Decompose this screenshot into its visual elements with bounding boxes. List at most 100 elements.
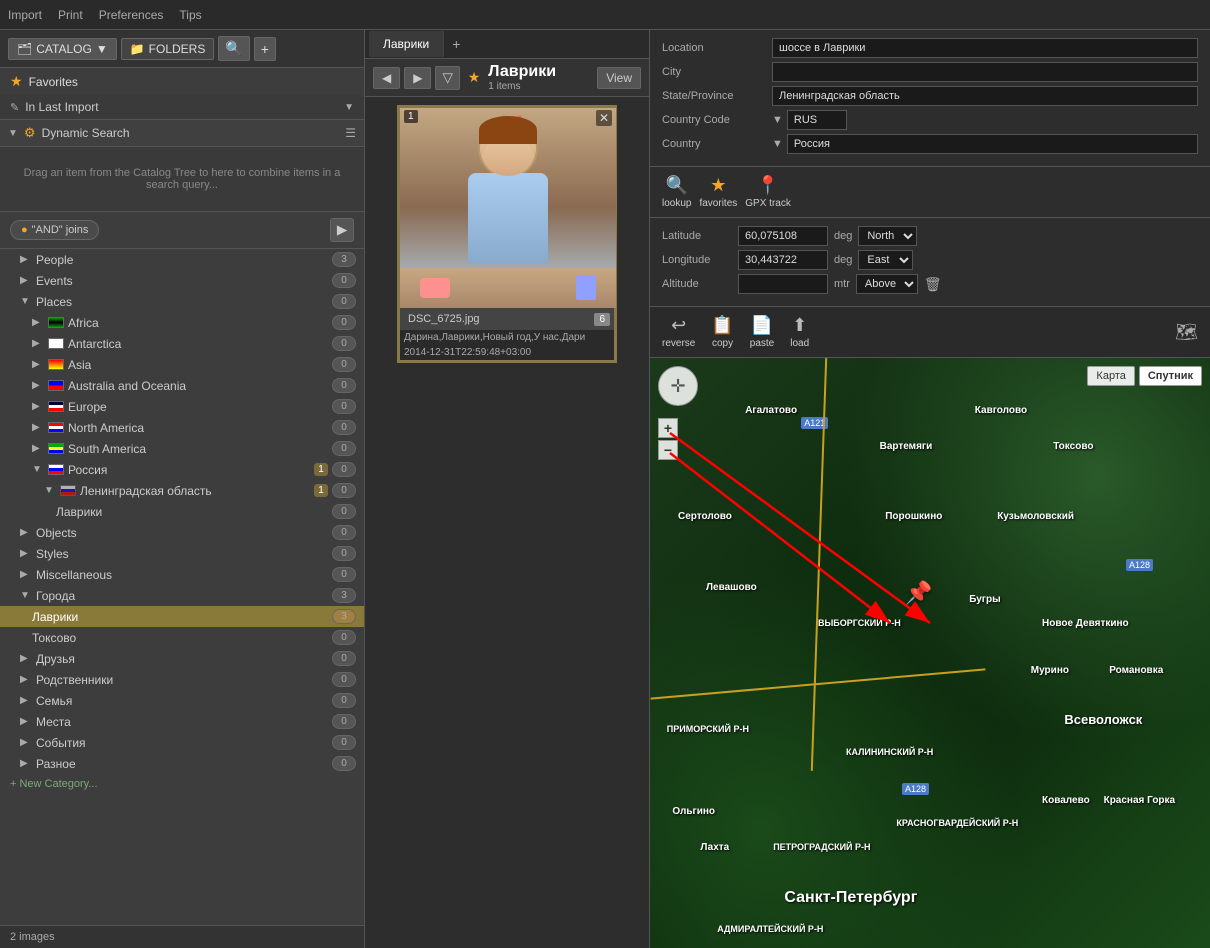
tree-item-rodstvenniki[interactable]: ▶ Родственники 0 [0,669,364,690]
favorites-row[interactable]: ★ Favorites [0,68,364,95]
south-america-count[interactable]: 0 [332,441,356,456]
copy-button[interactable]: 📋 copy [711,315,733,349]
druzya-count[interactable]: 0 [332,651,356,666]
play-button[interactable]: ▶ [330,218,354,242]
events-count[interactable]: 0 [332,273,356,288]
rodstvenniki-count[interactable]: 0 [332,672,356,687]
misc-count[interactable]: 0 [332,567,356,582]
search-button[interactable]: 🔍 [218,36,249,61]
latitude-input[interactable] [738,226,828,246]
ds-collapse-icon[interactable]: ▼ [8,128,18,139]
map-pan-button[interactable]: ✛ [658,366,698,406]
asia-count[interactable]: 0 [332,357,356,372]
favorites-gps-button[interactable]: ★ favorites [699,175,737,209]
folders-button[interactable]: 📁 FOLDERS [121,38,215,60]
russia-count-toggle[interactable]: 0 [332,462,356,477]
tree-item-south-america[interactable]: ▶ South America 0 [0,438,364,459]
altitude-ref-select[interactable]: Above Below [856,274,918,294]
people-count[interactable]: 3 [332,252,356,267]
lookup-button[interactable]: 🔍 lookup [662,175,691,209]
location-input[interactable] [772,38,1198,58]
tree-item-russia[interactable]: ▼ Россия 1 0 [0,459,364,480]
paste-button[interactable]: 📄 paste [750,315,774,349]
tab-add-button[interactable]: + [444,30,468,58]
altitude-clear-icon[interactable]: 🗑 [924,276,942,293]
map-karta-button[interactable]: Карта [1087,366,1134,386]
australia-count[interactable]: 0 [332,378,356,393]
antarctica-count[interactable]: 0 [332,336,356,351]
load-button[interactable]: ⬆ load [790,315,809,349]
altitude-input[interactable] [738,274,828,294]
country-dropdown-icon[interactable]: ▼ [772,138,783,150]
map-zoom-in-button[interactable]: + [658,418,678,438]
map-sputnik-button[interactable]: Спутник [1139,366,1202,386]
country-input[interactable] [787,134,1198,154]
new-category-button[interactable]: + New Category... [0,774,364,794]
nav-forward-button[interactable]: ▶ [404,67,431,89]
map-icon-button[interactable]: 🗺 [1175,322,1198,343]
photo-thumbnail[interactable]: 🎀 DSC_6725.jpg 6 Дарина [397,105,617,363]
toksovo-count[interactable]: 0 [332,630,356,645]
star-rating-icon[interactable]: ★ [464,66,485,89]
country-code-input[interactable] [787,110,847,130]
tree-item-styles[interactable]: ▶ Styles 0 [0,543,364,564]
raznoe-count[interactable]: 0 [332,756,356,771]
tab-lavriki[interactable]: Лаврики [369,31,444,57]
reverse-button[interactable]: ↩ reverse [662,315,695,349]
last-import-row[interactable]: ✎ In Last Import ▼ [0,95,364,119]
tree-item-mesta[interactable]: ▶ Места 0 [0,711,364,732]
tips-menu[interactable]: Tips [179,8,201,22]
longitude-dir-select[interactable]: East West [858,250,913,270]
country-code-dropdown-icon[interactable]: ▼ [772,114,783,126]
mesta-count[interactable]: 0 [332,714,356,729]
filter-button[interactable]: ▽ [435,66,459,90]
tree-item-druzya[interactable]: ▶ Друзья 0 [0,648,364,669]
longitude-input[interactable] [738,250,828,270]
europe-count[interactable]: 0 [332,399,356,414]
tree-item-lavriki-region[interactable]: Лаврики 0 [0,501,364,522]
view-button[interactable]: View [597,67,641,89]
preferences-menu[interactable]: Preferences [99,8,164,22]
tree-item-africa[interactable]: ▶ Africa 0 [0,312,364,333]
tree-item-australia[interactable]: ▶ Australia and Oceania 0 [0,375,364,396]
import-menu[interactable]: Import [8,8,42,22]
tree-item-leningrad[interactable]: ▼ Ленинградская область 1 0 [0,480,364,501]
city-input[interactable] [772,62,1198,82]
tree-item-antarctica[interactable]: ▶ Antarctica 0 [0,333,364,354]
tree-item-lavriki-city[interactable]: Лаврики 3 [0,606,364,627]
and-joins-button[interactable]: ● "AND" joins [10,220,99,240]
tree-item-toksovo[interactable]: Токсово 0 [0,627,364,648]
objects-count[interactable]: 0 [332,525,356,540]
print-menu[interactable]: Print [58,8,83,22]
gpx-track-button[interactable]: 📍 GPX track [745,175,791,209]
places-count[interactable]: 0 [332,294,356,309]
sobytiya-count[interactable]: 0 [332,735,356,750]
tree-item-europe[interactable]: ▶ Europe 0 [0,396,364,417]
photo-close-button[interactable]: ✕ [596,110,612,126]
tree-item-places[interactable]: ▼ Places 0 [0,291,364,312]
tree-item-north-america[interactable]: ▶ North America 0 [0,417,364,438]
lavriki-city-count[interactable]: 3 [332,609,356,624]
tree-item-misc[interactable]: ▶ Miscellaneous 0 [0,564,364,585]
lavriki-region-count[interactable]: 0 [332,504,356,519]
africa-count[interactable]: 0 [332,315,356,330]
tree-item-goroda[interactable]: ▼ Города 3 [0,585,364,606]
semya-count[interactable]: 0 [332,693,356,708]
nav-back-button[interactable]: ◀ [373,67,400,89]
state-input[interactable] [772,86,1198,106]
map-container[interactable]: Карта Спутник ✛ + − 📌 Агалатово [650,358,1210,948]
tree-item-sobytiya[interactable]: ▶ События 0 [0,732,364,753]
tree-item-asia[interactable]: ▶ Asia 0 [0,354,364,375]
styles-count[interactable]: 0 [332,546,356,561]
goroda-count[interactable]: 3 [332,588,356,603]
ds-menu-icon[interactable]: ☰ [345,126,356,140]
tree-item-people[interactable]: ▶ People 3 [0,249,364,270]
tree-item-objects[interactable]: ▶ Objects 0 [0,522,364,543]
tree-item-events[interactable]: ▶ Events 0 [0,270,364,291]
catalog-button[interactable]: 🗂 CATALOG ▼ [8,38,117,60]
leningrad-count-toggle[interactable]: 0 [332,483,356,498]
tree-item-semya[interactable]: ▶ Семья 0 [0,690,364,711]
latitude-dir-select[interactable]: North South [858,226,917,246]
north-america-count[interactable]: 0 [332,420,356,435]
map-zoom-out-button[interactable]: − [658,440,678,460]
